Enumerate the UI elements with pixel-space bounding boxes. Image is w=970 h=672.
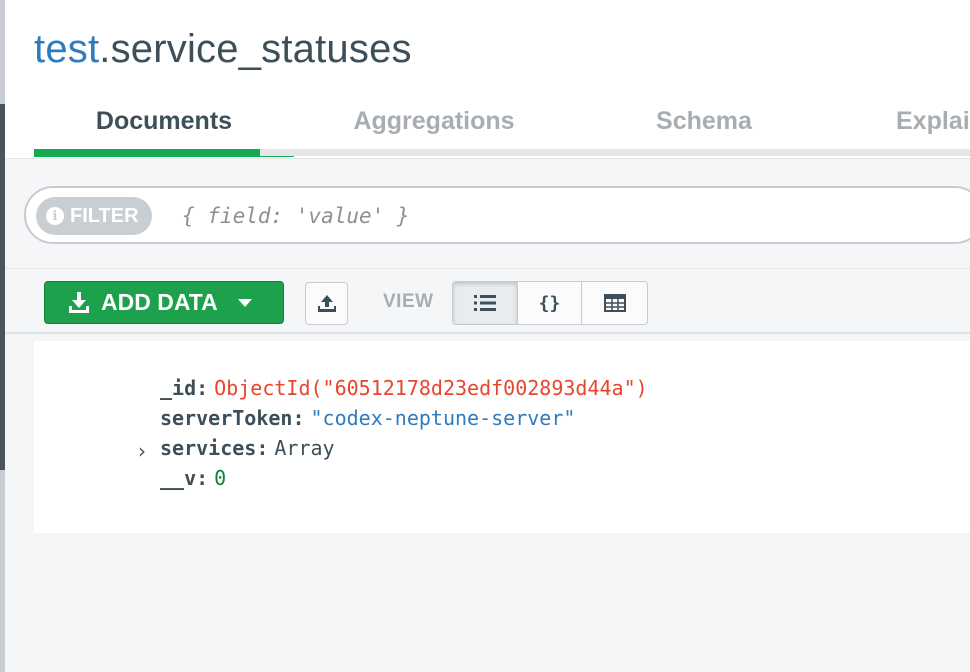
document-card[interactable]: _id: ObjectId("60512178d23edf002893d44a")…	[34, 341, 970, 533]
view-label: VIEW	[383, 291, 434, 312]
field-key: __v	[160, 466, 197, 490]
json-icon: {}	[538, 292, 561, 314]
list-icon	[473, 295, 496, 311]
collection-name: service_statuses	[110, 27, 412, 71]
document-field-servertoken: serverToken: "codex-neptune-server"	[160, 405, 575, 431]
field-colon: :	[292, 406, 305, 430]
namespace-separator: .	[99, 27, 111, 71]
table-icon	[603, 294, 626, 312]
field-key: _id	[160, 376, 197, 400]
collection-title: test.service_statuses	[34, 27, 412, 72]
chevron-down-icon	[237, 298, 252, 307]
table-view-button[interactable]	[582, 282, 647, 324]
documents-toolbar: ADD DATA VIEW {}	[5, 268, 970, 334]
active-tab-indicator	[34, 149, 294, 157]
document-field-id: _id: ObjectId("60512178d23edf002893d44a")	[160, 375, 648, 401]
field-colon: :	[256, 436, 269, 460]
field-value: "codex-neptune-server"	[310, 406, 576, 430]
tabs-baseline	[260, 149, 970, 156]
download-icon	[69, 291, 89, 313]
field-colon: :	[196, 376, 209, 400]
json-view-button[interactable]: {}	[518, 282, 583, 324]
chevron-right-icon[interactable]: ›	[138, 441, 154, 461]
view-switcher: {}	[452, 281, 648, 325]
export-collection-button[interactable]	[305, 282, 348, 325]
filter-chip-label: FILTER	[70, 204, 139, 227]
document-field-services[interactable]: services: Array	[160, 435, 335, 461]
filter-chip[interactable]: i FILTER	[36, 197, 152, 235]
collection-header: test.service_statuses Documents Aggregat…	[5, 0, 970, 158]
add-data-button[interactable]: ADD DATA	[44, 281, 284, 324]
field-value: 0	[214, 466, 227, 490]
add-data-label: ADD DATA	[101, 289, 218, 315]
field-key: serverToken	[160, 406, 293, 430]
database-name[interactable]: test	[34, 27, 99, 71]
query-bar: i FILTER	[5, 158, 970, 268]
filter-input[interactable]	[182, 198, 782, 234]
info-icon: i	[46, 207, 64, 225]
document-field-v: __v: 0	[160, 465, 226, 491]
upload-icon	[317, 294, 336, 312]
field-value: Array	[274, 436, 335, 460]
filter-box: i FILTER	[24, 186, 970, 244]
list-view-button[interactable]	[453, 282, 518, 324]
field-colon: :	[196, 466, 209, 490]
field-value: ObjectId("60512178d23edf002893d44a")	[214, 376, 648, 400]
field-key: services	[160, 436, 257, 460]
